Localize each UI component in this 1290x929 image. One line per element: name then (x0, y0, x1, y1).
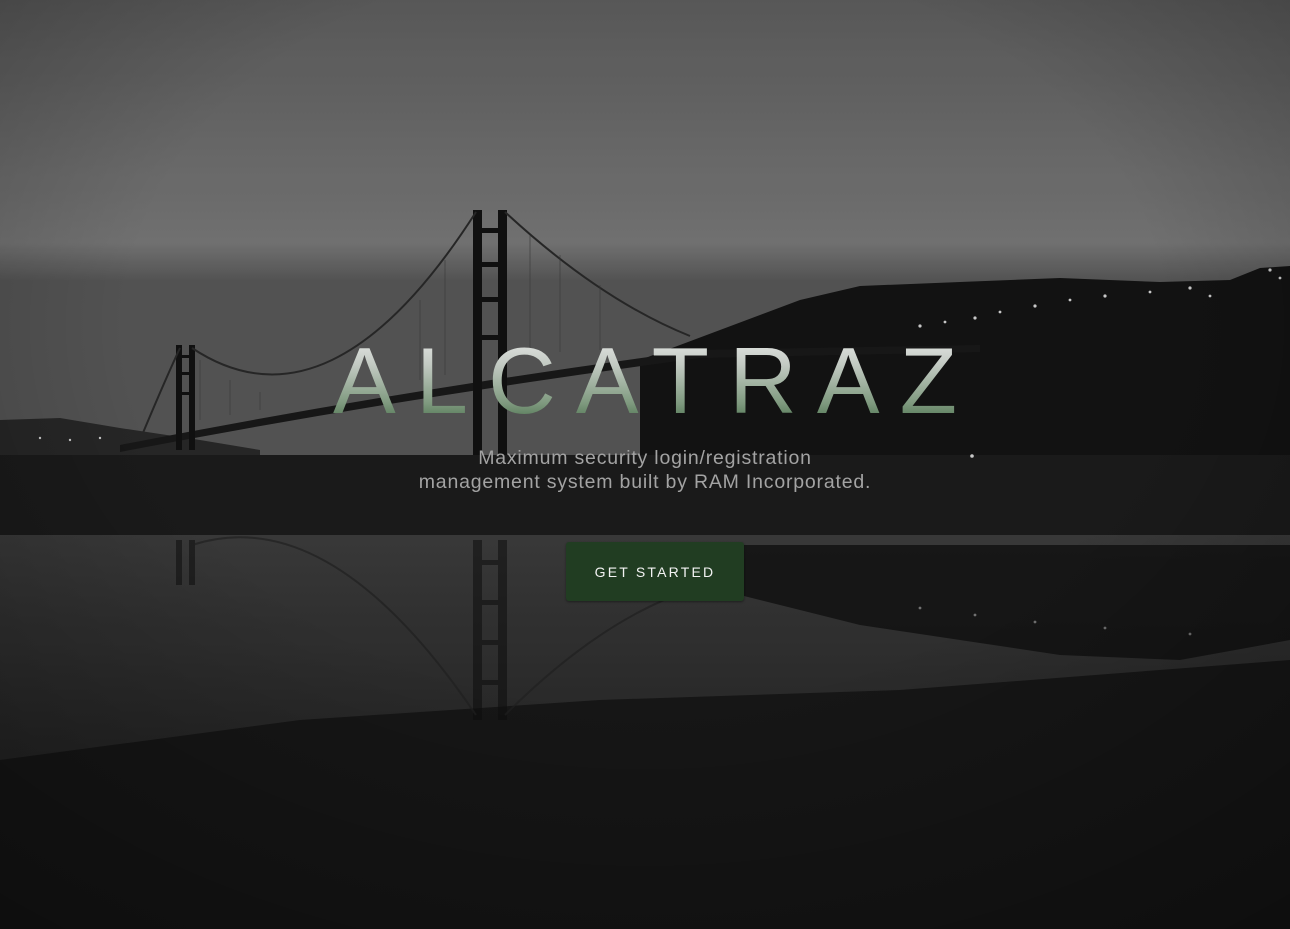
hero-section: ALCATRAZ Maximum security login/registra… (0, 0, 1290, 929)
tagline-line-1: Maximum security login/registration (478, 447, 812, 469)
app-tagline: Maximum security login/registration mana… (0, 446, 1290, 494)
app-title: ALCATRAZ (0, 326, 1290, 436)
get-started-button[interactable]: GET STARTED (566, 542, 744, 601)
tagline-line-2: management system built by RAM Incorpora… (418, 471, 872, 493)
landing-page: ALCATRAZ Maximum security login/registra… (0, 0, 1290, 929)
